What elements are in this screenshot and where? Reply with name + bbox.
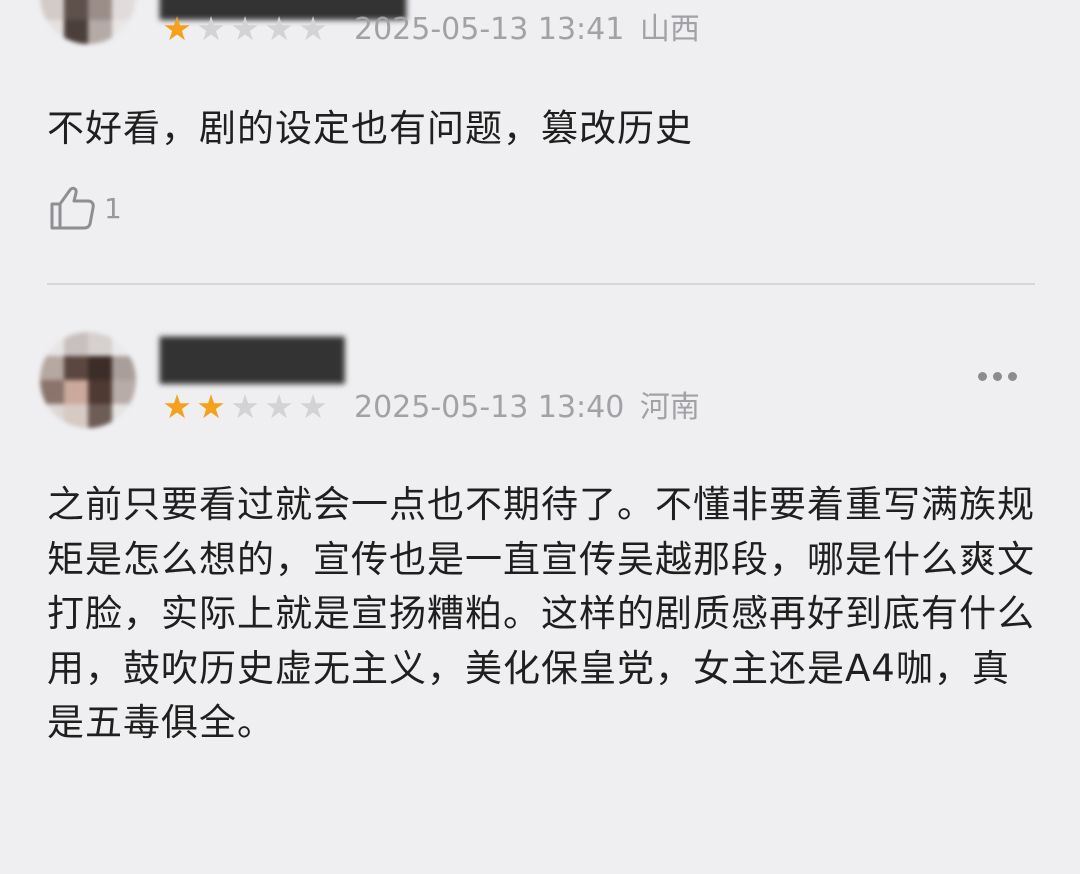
- star-filled-icon: ★: [162, 387, 192, 426]
- review-item: ██████ ★ ★ ★ ★ ★ 2025-05-13 13:40 河南 之前只要看过就…: [0, 284, 1080, 874]
- more-options-button[interactable]: [978, 372, 1017, 381]
- review-item: ████████ ★★★★★ 2025-05-13 13:41 山西 不好看，剧…: [0, 0, 1080, 284]
- star-filled-icon: ★: [196, 387, 226, 426]
- review-meta: 2025-05-13 13:41 山西: [354, 12, 700, 48]
- star-filled-icon: ★: [162, 9, 192, 48]
- more-dots-icon: [978, 372, 987, 381]
- star-empty-icon: ★: [298, 387, 328, 426]
- review-location: 河南: [639, 390, 700, 425]
- comment-list: ████████ ★★★★★ 2025-05-13 13:41 山西 不好看，剧…: [0, 0, 1080, 874]
- rating-stars: ★ ★ ★ ★ ★: [160, 390, 330, 424]
- star-empty-icon: ★: [264, 387, 294, 426]
- review-meta: 2025-05-13 13:40 河南: [354, 390, 700, 426]
- star-empty-icon: ★: [264, 9, 294, 48]
- rating-stars: ★ ★ ★ ★ ★: [160, 12, 330, 46]
- thumbs-up-icon: [50, 186, 95, 230]
- star-empty-icon: ★: [298, 9, 328, 48]
- star-empty-icon: ★: [230, 9, 260, 48]
- like-button[interactable]: 1: [46, 182, 122, 234]
- review-content: 不好看，剧的设定也有问题，篡改历史: [47, 107, 693, 150]
- star-empty-icon: ★: [230, 387, 260, 426]
- like-count: 1: [104, 191, 122, 225]
- review-timestamp: 2025-05-13 13:40: [354, 390, 625, 425]
- review-location: 山西: [639, 12, 700, 47]
- review-timestamp: 2025-05-13 13:41: [354, 12, 625, 47]
- username-blurred[interactable]: ██████: [160, 338, 345, 384]
- review-content: 之前只要看过就会一点也不期待了。不懂非要着重写满族规矩是怎么想的，宣传也是一直宣…: [47, 483, 1035, 744]
- star-empty-icon: ★: [196, 9, 226, 48]
- avatar[interactable]: [40, 332, 136, 428]
- avatar[interactable]: [40, 0, 136, 44]
